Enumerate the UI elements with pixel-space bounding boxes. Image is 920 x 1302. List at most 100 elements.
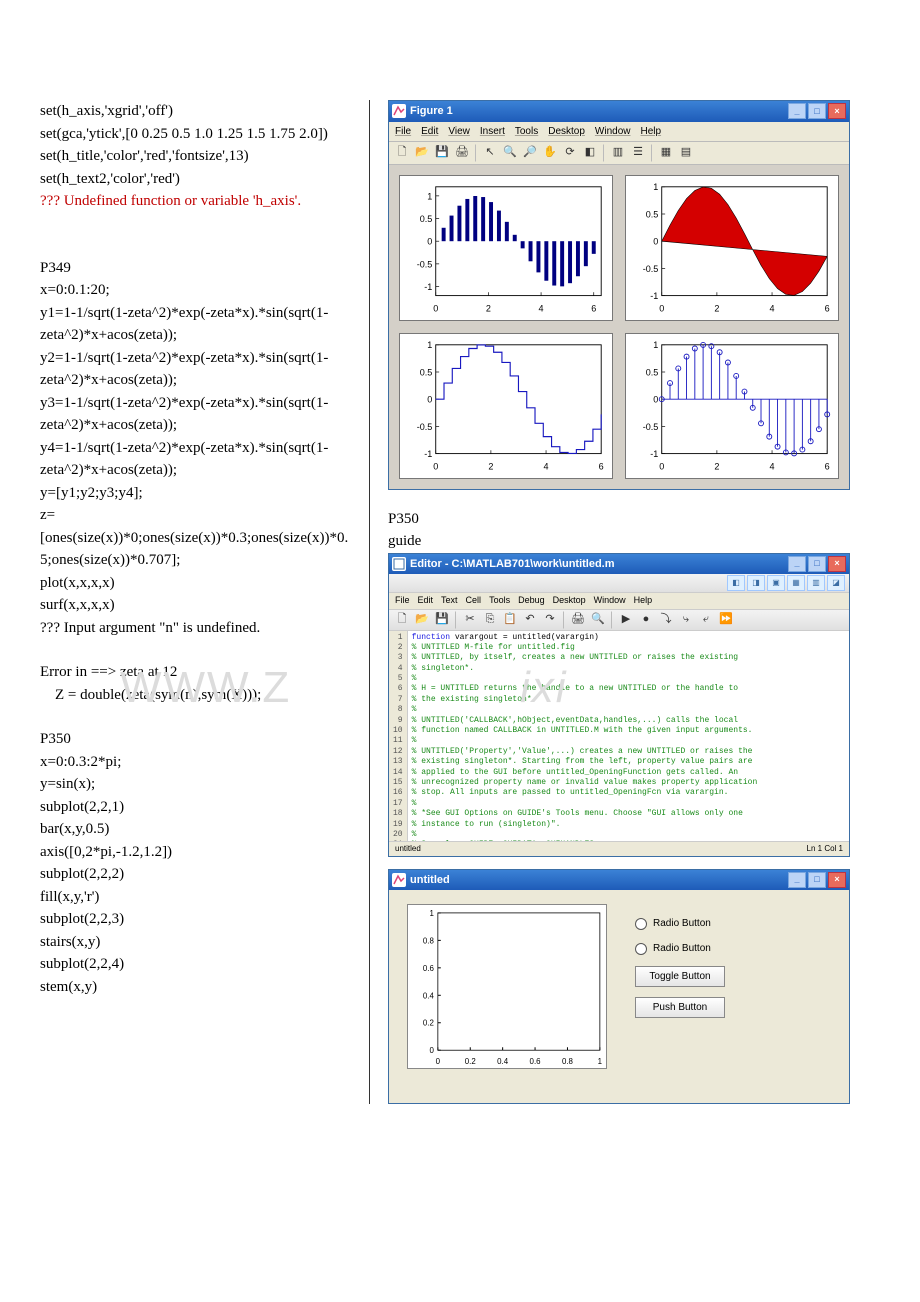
svg-text:6: 6 xyxy=(591,303,596,313)
menu-window[interactable]: Window xyxy=(595,124,631,139)
dock-icon[interactable]: ◧ xyxy=(727,575,745,591)
print-icon[interactable]: 🖨 xyxy=(453,144,471,162)
breakpoint-icon[interactable]: ● xyxy=(637,611,655,629)
redo-icon[interactable]: ↷ xyxy=(541,611,559,629)
dock-icon[interactable]: ▥ xyxy=(807,575,825,591)
step-icon[interactable]: ⤵ xyxy=(657,611,675,629)
menu-file[interactable]: File xyxy=(395,124,411,139)
menu-help[interactable]: Help xyxy=(634,594,653,608)
save-icon[interactable]: 💾 xyxy=(433,611,451,629)
toolbar-separator xyxy=(603,144,605,162)
open-icon[interactable]: 📂 xyxy=(413,611,431,629)
maximize-button[interactable]: □ xyxy=(808,556,826,572)
continue-icon[interactable]: ⏩ xyxy=(717,611,735,629)
close-button[interactable]: × xyxy=(828,872,846,888)
menu-text[interactable]: Text xyxy=(441,594,458,608)
step-out-icon[interactable]: ⤶ xyxy=(697,611,715,629)
rotate-icon[interactable]: ⟳ xyxy=(561,144,579,162)
pointer-icon[interactable]: ↖ xyxy=(481,144,499,162)
step-in-icon[interactable]: ⤷ xyxy=(677,611,695,629)
plottools-close-icon[interactable]: ▤ xyxy=(677,144,695,162)
run-icon[interactable]: ▶ xyxy=(617,611,635,629)
axes-placeholder[interactable]: 00.20.40.60.8100.20.40.60.81 xyxy=(407,904,607,1069)
cut-icon[interactable]: ✂ xyxy=(461,611,479,629)
svg-text:-0.5: -0.5 xyxy=(417,421,433,431)
colorbar-icon[interactable]: ▥ xyxy=(609,144,627,162)
radio-label: Radio Button xyxy=(653,941,711,956)
code-line: y2=1-1/sqrt(1-zeta^2)*exp(-zeta*x).*sin(… xyxy=(40,347,351,392)
code-line: x=0:0.1:20; xyxy=(40,279,351,302)
menu-desktop[interactable]: Desktop xyxy=(553,594,586,608)
new-icon[interactable]: 🗋 xyxy=(393,611,411,629)
code-line: z=[ones(size(x))*0;ones(size(x))*0.3;one… xyxy=(40,504,351,572)
minimize-button[interactable]: _ xyxy=(788,103,806,119)
minimize-button[interactable]: _ xyxy=(788,556,806,572)
code-line: y1=1-1/sqrt(1-zeta^2)*exp(-zeta*x).*sin(… xyxy=(40,302,351,347)
menu-insert[interactable]: Insert xyxy=(480,124,505,139)
push-button[interactable]: Push Button xyxy=(635,997,725,1018)
editor-titlebar[interactable]: Editor - C:\MATLAB701\work\untitled.m _ … xyxy=(389,554,849,575)
code-source[interactable]: function varargout = untitled(varargin)%… xyxy=(408,631,849,841)
code-line: subplot(2,2,1) xyxy=(40,796,351,819)
subplot-stem: 0246-1-0.500.51 xyxy=(625,333,839,479)
code-line: set(h_axis,'xgrid','off') xyxy=(40,100,351,123)
menu-view[interactable]: View xyxy=(448,124,470,139)
pan-icon[interactable]: ✋ xyxy=(541,144,559,162)
editor-menubar: File Edit Text Cell Tools Debug Desktop … xyxy=(389,593,849,610)
dock-icon[interactable]: ◪ xyxy=(827,575,845,591)
svg-text:0.2: 0.2 xyxy=(465,1057,476,1066)
print-icon[interactable]: 🖨 xyxy=(569,611,587,629)
svg-text:0: 0 xyxy=(430,1046,435,1055)
status-cursor: Ln 1 Col 1 xyxy=(807,843,843,855)
code-line: stairs(x,y) xyxy=(40,931,351,954)
menu-help[interactable]: Help xyxy=(641,124,662,139)
svg-text:0.8: 0.8 xyxy=(423,936,435,945)
toggle-button[interactable]: Toggle Button xyxy=(635,966,725,987)
menu-file[interactable]: File xyxy=(395,594,410,608)
menu-tools[interactable]: Tools xyxy=(515,124,538,139)
guide-titlebar[interactable]: untitled _ □ × xyxy=(389,870,849,891)
code-line: subplot(2,2,2) xyxy=(40,863,351,886)
toolbar-separator xyxy=(455,611,457,629)
menu-edit[interactable]: Edit xyxy=(418,594,434,608)
save-icon[interactable]: 💾 xyxy=(433,144,451,162)
radio-button-1[interactable]: Radio Button xyxy=(635,916,725,931)
dock-icon[interactable]: ▣ xyxy=(767,575,785,591)
undo-icon[interactable]: ↶ xyxy=(521,611,539,629)
paste-icon[interactable]: 📋 xyxy=(501,611,519,629)
minimize-button[interactable]: _ xyxy=(788,872,806,888)
editor-icon xyxy=(392,557,406,571)
maximize-button[interactable]: □ xyxy=(808,872,826,888)
menu-window[interactable]: Window xyxy=(594,594,626,608)
editor-code-area[interactable]: 1 2 3 4 5 6 7 8 910111213141516171819202… xyxy=(389,631,849,841)
datacursor-icon[interactable]: ◧ xyxy=(581,144,599,162)
dock-icon[interactable]: ◨ xyxy=(747,575,765,591)
plottools-icon[interactable]: ▦ xyxy=(657,144,675,162)
menu-debug[interactable]: Debug xyxy=(518,594,545,608)
svg-text:0: 0 xyxy=(433,303,438,313)
menu-cell[interactable]: Cell xyxy=(466,594,482,608)
radio-button-2[interactable]: Radio Button xyxy=(635,941,725,956)
zoom-out-icon[interactable]: 🔎 xyxy=(521,144,539,162)
svg-text:0.6: 0.6 xyxy=(423,964,435,973)
menu-tools[interactable]: Tools xyxy=(489,594,510,608)
dock-icon[interactable]: ▦ xyxy=(787,575,805,591)
svg-text:1: 1 xyxy=(653,182,658,192)
menu-edit[interactable]: Edit xyxy=(421,124,438,139)
find-icon[interactable]: 🔍 xyxy=(589,611,607,629)
copy-icon[interactable]: ⎘ xyxy=(481,611,499,629)
legend-icon[interactable]: ☰ xyxy=(629,144,647,162)
open-icon[interactable]: 📂 xyxy=(413,144,431,162)
new-icon[interactable]: 🗋 xyxy=(393,144,411,162)
guide-label: guide xyxy=(388,530,850,553)
menu-desktop[interactable]: Desktop xyxy=(548,124,585,139)
close-button[interactable]: × xyxy=(828,556,846,572)
figure-titlebar[interactable]: Figure 1 _ □ × xyxy=(389,101,849,122)
maximize-button[interactable]: □ xyxy=(808,103,826,119)
page: WWW.Z ixi set(h_axis,'xgrid','off') set(… xyxy=(0,100,920,1104)
close-button[interactable]: × xyxy=(828,103,846,119)
editor-toolbar: 🗋 📂 💾 ✂ ⎘ 📋 ↶ ↷ 🖨 🔍 ▶ ● ⤵ ⤷ ⤶ ⏩ xyxy=(389,610,849,631)
zoom-in-icon[interactable]: 🔍 xyxy=(501,144,519,162)
code-line: y=[y1;y2;y3;y4]; xyxy=(40,482,351,505)
error-detail: Error in ==> zeta at 12 xyxy=(40,661,351,684)
